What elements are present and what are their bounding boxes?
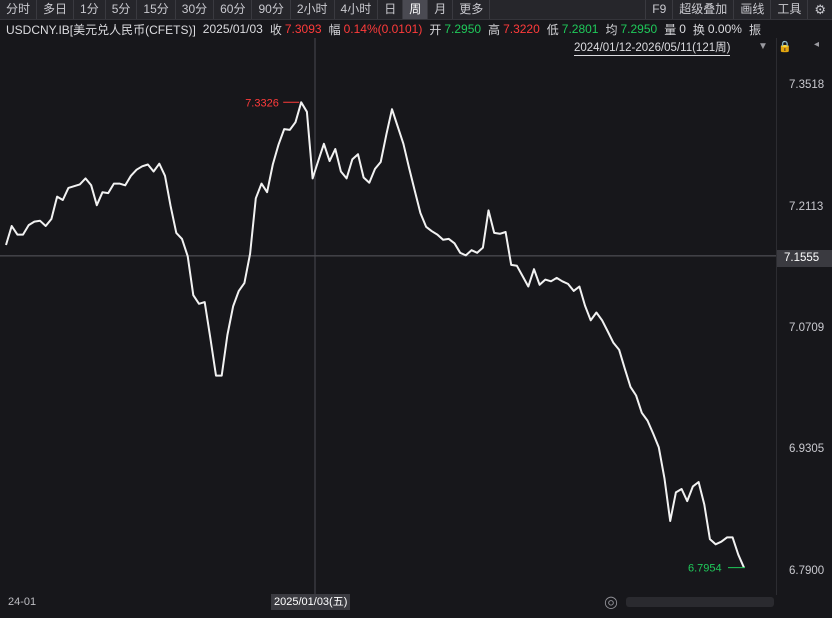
period-tab-7[interactable]: 90分: [252, 0, 291, 19]
crosshair-date-label: 2025/01/03(五): [271, 594, 351, 610]
low-value: 7.2801: [561, 22, 599, 36]
tool-button-0[interactable]: F9: [645, 0, 672, 19]
x-axis-start-label: 24-01: [8, 596, 37, 608]
y-tick-label: 7.2113: [789, 200, 824, 213]
lock-icon[interactable]: 🔒: [778, 40, 792, 53]
low-label: 低: [546, 22, 559, 37]
period-tab-13[interactable]: 更多: [453, 0, 491, 19]
y-tick-label: 6.9305: [789, 443, 825, 456]
period-tab-1[interactable]: 多日: [37, 0, 75, 19]
period-tab-6[interactable]: 60分: [214, 0, 253, 19]
tool-button-1[interactable]: 超级叠加: [672, 0, 733, 19]
tool-group: F9 超级叠加 画线 工具 ⚙: [645, 0, 832, 19]
period-tab-8[interactable]: 2小时: [291, 0, 335, 19]
period-tab-10[interactable]: 日: [378, 0, 404, 19]
y-axis-divider: [776, 38, 777, 595]
watermark: ◎: [604, 592, 774, 612]
change-label: 幅: [328, 22, 341, 37]
period-tab-11[interactable]: 周: [403, 0, 429, 19]
watermark-bar: [626, 597, 774, 607]
avg-value: 7.2950: [620, 22, 658, 36]
period-tab-12[interactable]: 月: [428, 0, 454, 19]
weibo-logo-icon: ◎: [604, 594, 618, 611]
avg-label: 均: [605, 22, 618, 37]
period-tab-4[interactable]: 15分: [137, 0, 176, 19]
volume-label: 量: [664, 22, 677, 37]
quote-date: 2025/01/03: [202, 22, 263, 36]
high-label: 高: [488, 22, 501, 37]
open-label: 开: [429, 22, 442, 37]
price-line: [5, 101, 745, 569]
change-value: 0.14%(0.0101): [343, 22, 423, 36]
tool-button-2[interactable]: 画线: [733, 0, 770, 19]
period-toolbar: 分时 多日 1分 5分 15分 30分 60分 90分 2小时 4小时日周月更多 F9 超级叠加 画线工…: [0, 0, 832, 20]
panel-toggle-icon[interactable]: ◂: [814, 39, 819, 50]
crosshair-price-label: 7.1555: [777, 250, 832, 267]
close-value: 7.3093: [284, 22, 322, 36]
extra-label: 振: [748, 22, 761, 37]
y-tick-label: 7.3518: [789, 79, 825, 91]
quote-info-bar: USDCNY.IB[美元兑人民币(CFETS)] 2025/01/03 收 7.…: [0, 20, 832, 38]
y-tick-label: 7.0709: [789, 322, 825, 334]
open-value: 7.2950: [444, 22, 482, 36]
volume-value: 0: [679, 22, 686, 36]
max-price-marker: 7.3326: [245, 97, 279, 109]
gear-icon[interactable]: ⚙: [807, 0, 832, 19]
turnover-label: 换: [692, 22, 705, 37]
period-tab-2[interactable]: 1分: [74, 0, 106, 19]
close-label: 收: [269, 22, 282, 37]
high-value: 7.3220: [503, 22, 540, 36]
price-chart[interactable]: 7.3326 6.7954: [0, 38, 776, 595]
min-price-marker: 6.7954: [688, 563, 722, 575]
tool-button-3[interactable]: 工具: [770, 0, 807, 19]
period-tab-0[interactable]: 分时: [0, 0, 38, 19]
y-tick-label: 6.7900: [789, 565, 825, 577]
period-tab-9[interactable]: 4小时: [335, 0, 379, 19]
symbol-name: USDCNY.IB[美元兑人民币(CFETS)]: [6, 22, 196, 37]
turnover-value: 0.00%: [707, 22, 742, 36]
period-tab-5[interactable]: 30分: [176, 0, 215, 19]
period-tab-3[interactable]: 5分: [106, 0, 138, 19]
